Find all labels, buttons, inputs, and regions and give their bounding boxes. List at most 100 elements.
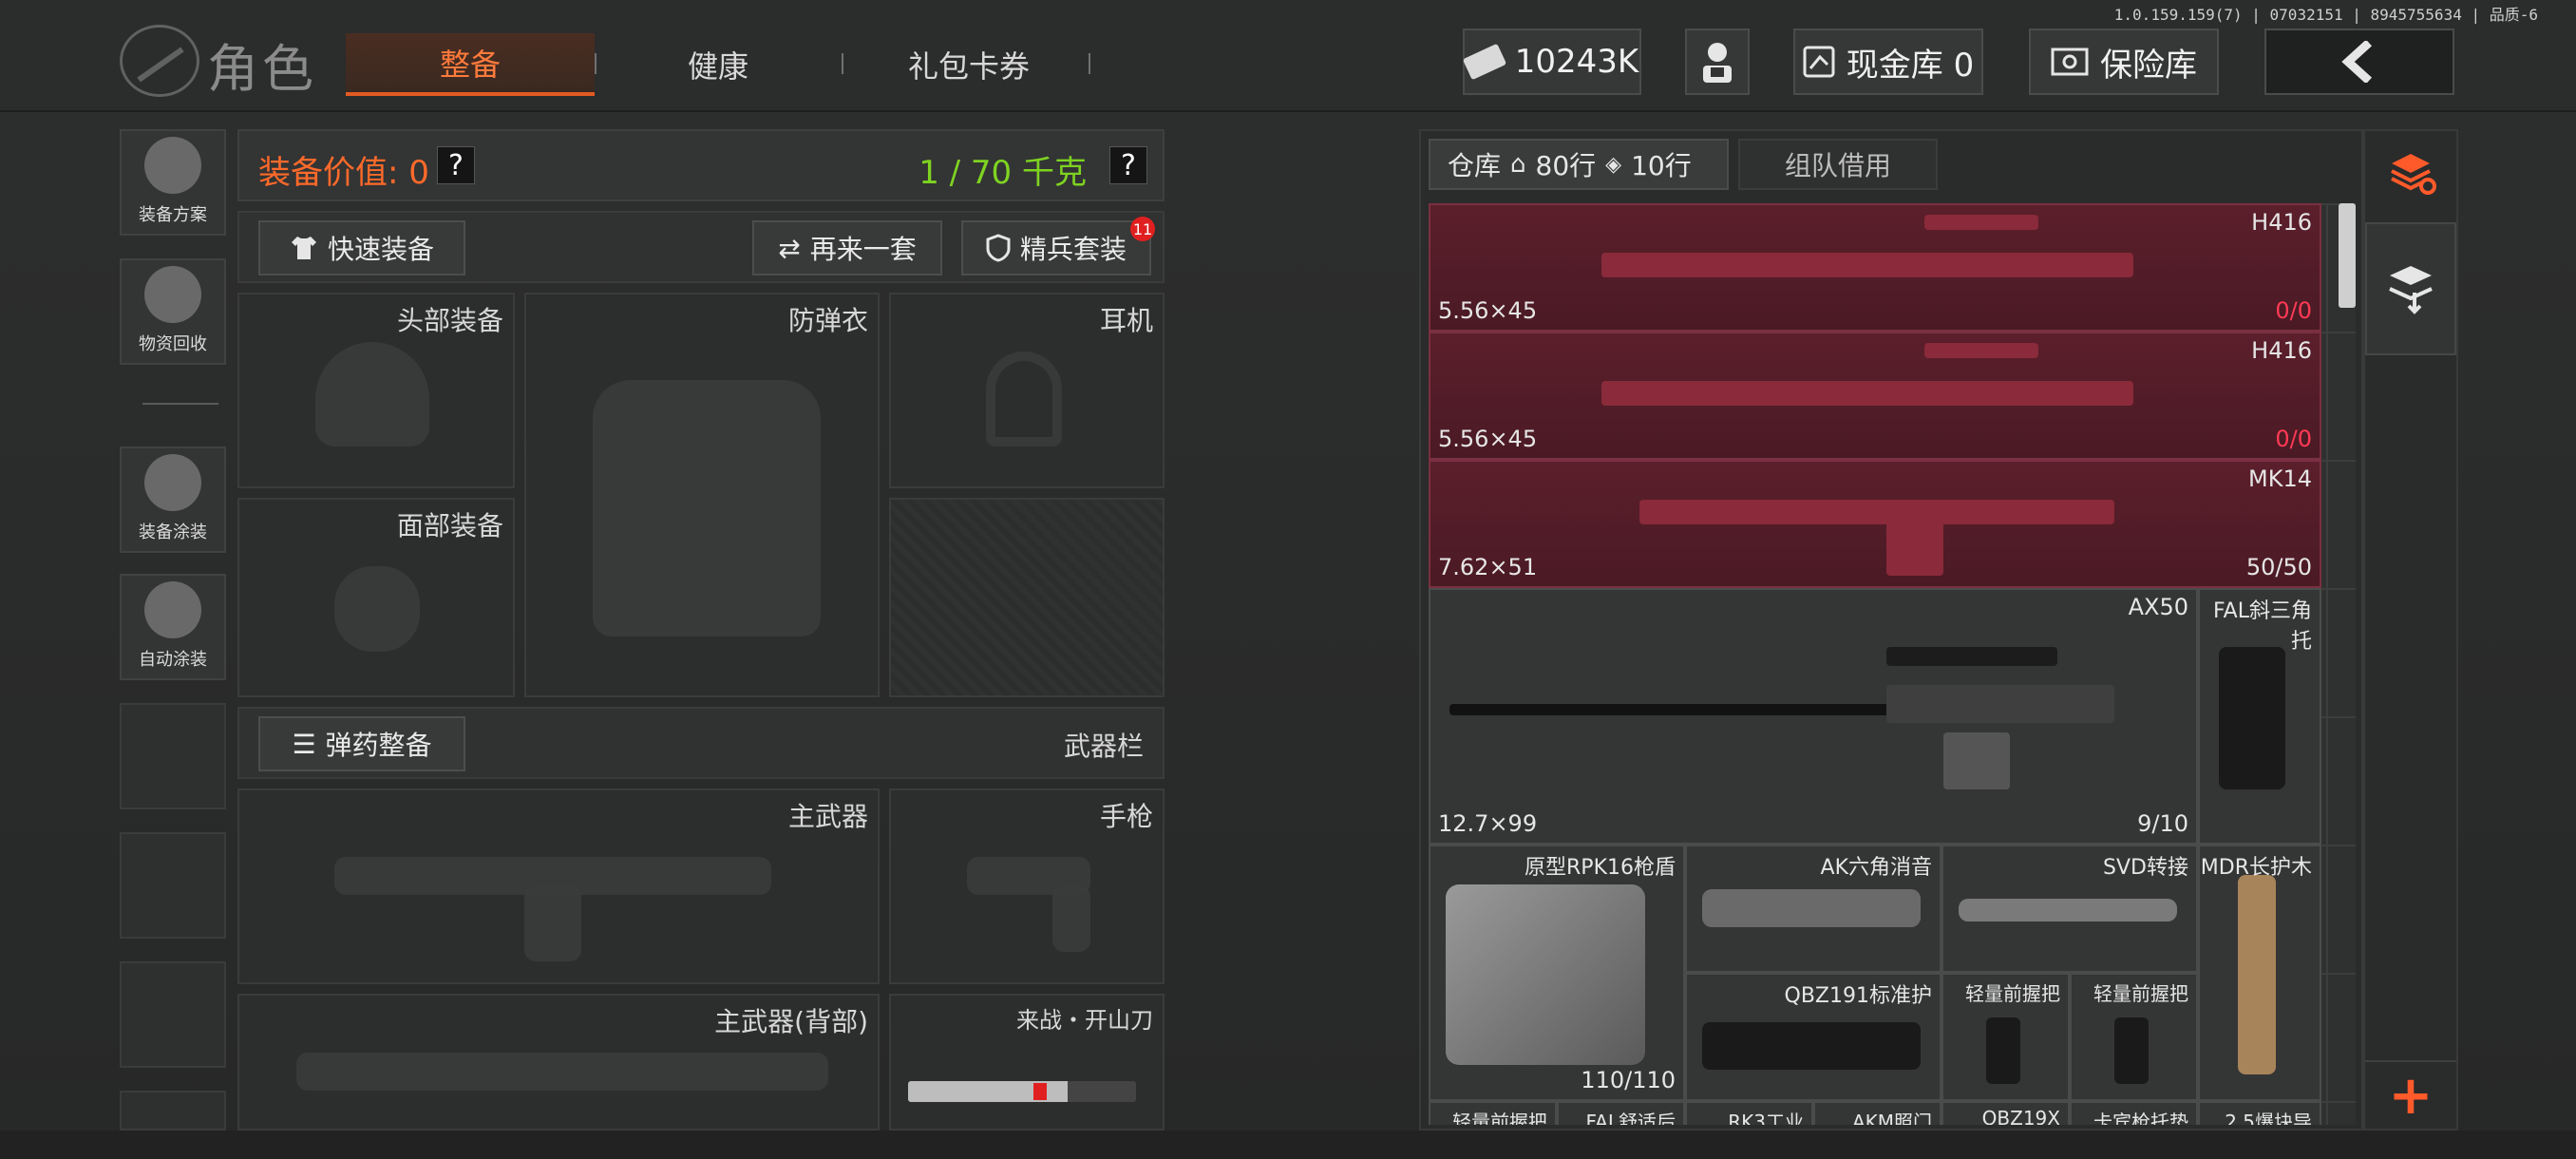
another-set-button[interactable]: ⇄ 再来一套 <box>752 220 942 276</box>
sidebar-item-auto-paint[interactable]: 自动涂装 <box>120 574 226 680</box>
weight-display: 1 / 70 千克 <box>919 154 1087 192</box>
quick-equip-label: 快速装备 <box>327 234 434 265</box>
body-armor-icon <box>593 380 821 636</box>
item-durability: 0/0 <box>2275 426 2312 452</box>
earphone-slot[interactable]: 耳机 <box>889 293 1165 488</box>
primary-back-slot[interactable]: 主武器(背部) <box>237 994 880 1130</box>
sidebar-item-recycle[interactable]: 物资回收 <box>120 258 226 365</box>
value-help-icon[interactable]: ? <box>437 146 475 184</box>
stash-item[interactable]: SVD转接 <box>1941 845 2198 973</box>
tab-divider <box>595 53 597 74</box>
foregrip-icon <box>2114 1017 2149 1084</box>
safe-box-label: 保险库 <box>2100 46 2197 85</box>
helmet-icon <box>315 342 429 446</box>
pistol-slot[interactable]: 手枪 <box>889 788 1165 984</box>
stash-item[interactable]: AK六角消音 <box>1685 845 1941 973</box>
item-name: AKM照门 <box>1851 1111 1932 1125</box>
back-button[interactable] <box>2264 28 2454 95</box>
rifle-icon <box>1601 253 2133 277</box>
cash-vault-button[interactable]: 现金库 0 <box>1793 28 1983 95</box>
stash-scrollbar[interactable] <box>2339 203 2356 308</box>
stash-item[interactable]: 卡宾枪托垫 <box>2070 1101 2198 1125</box>
face-gear-slot[interactable]: 面部装备 <box>237 498 515 697</box>
stash-item[interactable]: FAL舒适后 <box>1557 1101 1685 1125</box>
stash-item[interactable]: MDR长护木 <box>2198 845 2321 1101</box>
sidebar-label: 装备涂装 <box>139 522 207 542</box>
scope-icon <box>1924 215 2038 230</box>
tab-health[interactable]: 健康 <box>617 33 819 96</box>
locked-slot <box>889 498 1165 697</box>
item-durability: 0/0 <box>2275 297 2312 324</box>
stash-item[interactable]: 原型RPK16枪盾 110/110 <box>1429 845 1685 1101</box>
elite-set-label: 精兵套装 <box>1019 234 1127 265</box>
slot-label: 面部装备 <box>396 510 503 542</box>
sidebar-item-armor-plan[interactable]: 装备方案 <box>120 129 226 236</box>
handguard-icon <box>2238 875 2276 1074</box>
tag-icon: ◈ <box>1605 152 1622 177</box>
item-name: H416 <box>2251 209 2312 236</box>
item-name: FAL舒适后 <box>1585 1111 1676 1125</box>
stash-item[interactable]: 轻量前握把 <box>1941 973 2070 1101</box>
tab-gift-cards[interactable]: 礼包卡券 <box>855 33 1083 96</box>
paint-icon <box>144 454 201 511</box>
item-name: H416 <box>2251 337 2312 364</box>
sidebar-item-paint[interactable]: 装备涂装 <box>120 446 226 553</box>
gas-mask-icon <box>334 566 420 652</box>
item-caliber: 7.62×51 <box>1438 554 1538 580</box>
ammo-prep-button[interactable]: ☰ 弹药整备 <box>258 716 465 771</box>
stack-download-icon <box>2389 266 2433 314</box>
stash-item[interactable]: QBZ19X <box>1941 1101 2070 1125</box>
stash-item[interactable]: QBZ191标准护 <box>1685 973 1941 1101</box>
cash-amount: 10243K <box>1514 43 1639 81</box>
plus-icon: + <box>2388 1064 2434 1127</box>
headset-icon <box>986 352 1062 446</box>
weapon-bar-header: ☰ 弹药整备 武器栏 <box>237 707 1165 779</box>
stash-item[interactable]: 轻量前握把 <box>2070 973 2198 1101</box>
shirt-icon <box>291 237 316 259</box>
stash-import-button[interactable] <box>2365 222 2456 355</box>
tab-equip[interactable]: 整备 <box>346 33 595 96</box>
page-title: 角色 <box>207 39 317 99</box>
tab-stash[interactable]: 仓库 ⌂ 80行 ◈ 10行 <box>1429 139 1729 190</box>
stash-item[interactable]: H416 5.56×45 0/0 <box>1429 203 2321 332</box>
safe-box-button[interactable]: 保险库 <box>2029 28 2219 95</box>
item-durability: 9/10 <box>2137 810 2188 837</box>
cash-display[interactable]: 10243K <box>1462 28 1641 95</box>
auto-paint-icon <box>144 581 201 638</box>
merchant-button[interactable] <box>1685 28 1750 95</box>
armor-slot[interactable]: 防弹衣 <box>524 293 880 697</box>
item-name: RK3工业 <box>1728 1111 1804 1125</box>
stash-item[interactable]: AKM照门 <box>1813 1101 1941 1125</box>
adapter-icon <box>1959 899 2177 922</box>
item-caliber: 5.56×45 <box>1438 426 1538 452</box>
stash-item[interactable]: FAL斜三角托 <box>2198 588 2321 845</box>
sort-stash-button[interactable] <box>2378 139 2447 207</box>
rifle-mag-icon <box>1943 732 2010 789</box>
weight-help-icon[interactable]: ? <box>1109 146 1147 184</box>
pistol-grip-icon <box>1052 885 1090 952</box>
tab-divider <box>842 53 843 74</box>
safe-icon <box>2051 48 2089 76</box>
stash-item[interactable]: H416 5.56×45 0/0 <box>1429 332 2321 460</box>
head-gear-slot[interactable]: 头部装备 <box>237 293 515 488</box>
item-name: SVD转接 <box>2103 856 2188 880</box>
scope-icon <box>1924 343 2038 358</box>
stash-item[interactable]: 轻量前握把 <box>1429 1101 1557 1125</box>
slot-label: 防弹衣 <box>787 305 868 336</box>
elite-set-button[interactable]: 精兵套装 11 <box>961 217 1155 276</box>
add-stash-button[interactable]: + <box>2365 1060 2456 1129</box>
melee-slot[interactable]: 来战・开山刀 <box>889 994 1165 1130</box>
sidebar-divider <box>142 403 218 405</box>
foregrip-icon <box>1986 1017 2020 1084</box>
tab-team-borrow[interactable]: 组队借用 <box>1738 139 1938 190</box>
quick-equip-button[interactable]: 快速装备 <box>258 220 465 276</box>
stash-item[interactable]: RK3工业 <box>1685 1101 1813 1125</box>
slot-label: 头部装备 <box>396 305 503 336</box>
item-name: MDR长护木 <box>2200 856 2312 880</box>
primary-weapon-slot[interactable]: 主武器 <box>237 788 880 984</box>
rifle-mag-icon <box>524 885 581 961</box>
stash-item[interactable]: MK14 7.62×51 50/50 <box>1429 460 2321 588</box>
stash-item[interactable]: AX50 12.7×99 9/10 <box>1429 588 2198 845</box>
stash-rows-a: 80行 <box>1535 150 1597 181</box>
stash-item[interactable]: 2.5爆块导 <box>2198 1101 2321 1125</box>
